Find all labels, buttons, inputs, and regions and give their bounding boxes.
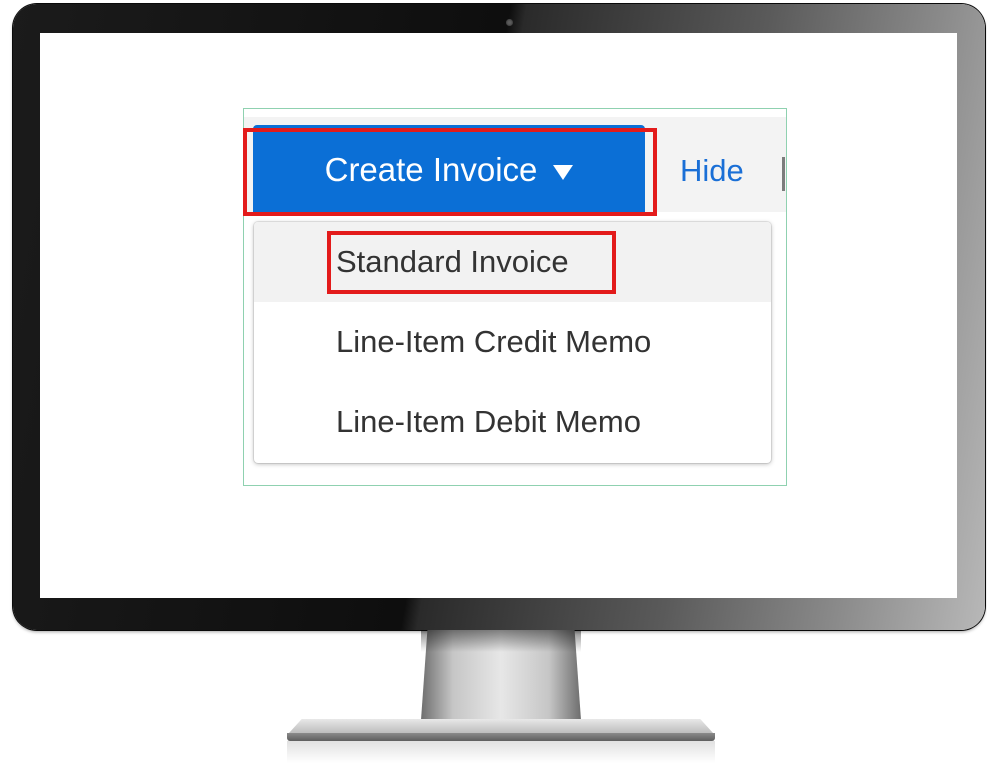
menu-item-standard-invoice[interactable]: Standard Invoice [254,222,771,302]
menu-item-label: Line-Item Debit Memo [336,404,641,439]
monitor-stand-reflection [287,741,715,763]
create-invoice-button[interactable]: Create Invoice [253,125,645,214]
hide-link[interactable]: Hide [680,153,744,189]
monitor-stand-base-edge [287,733,715,741]
webcam-icon [506,19,513,26]
create-invoice-label: Create Invoice [324,150,538,188]
monitor-stand-shadow [421,630,581,652]
menu-item-line-item-credit-memo[interactable]: Line-Item Credit Memo [254,302,771,382]
monitor-stand-base [289,719,713,733]
invoice-ui-snippet: Create Invoice Hide Standard Invoice Lin… [243,108,787,486]
menu-item-line-item-debit-memo[interactable]: Line-Item Debit Memo [254,382,771,462]
toolbar-separator [782,157,785,191]
caret-down-icon [553,165,574,180]
menu-item-label: Line-Item Credit Memo [336,324,652,359]
menu-item-label: Standard Invoice [336,244,569,279]
create-invoice-menu: Standard Invoice Line-Item Credit Memo L… [254,222,771,463]
